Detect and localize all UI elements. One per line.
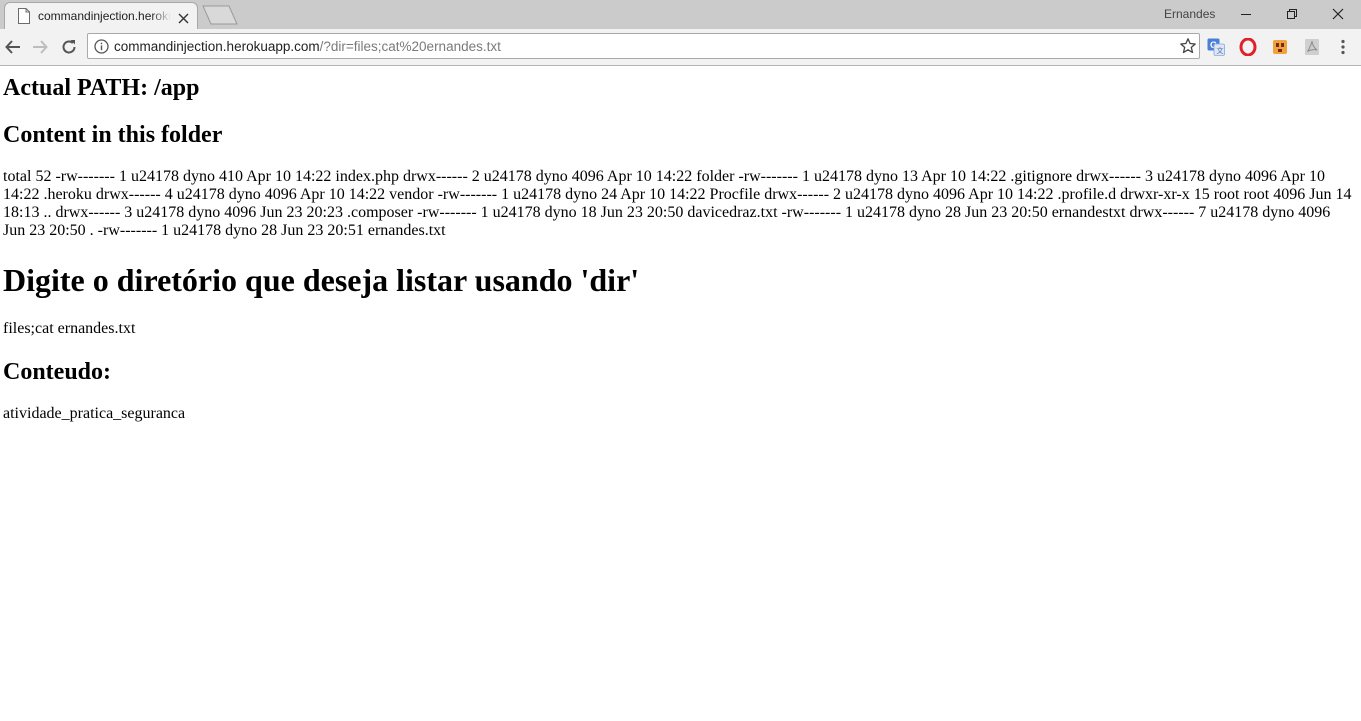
minimize-icon — [1241, 14, 1251, 15]
tab-title: commandinjection.herokuapp.com/?dir=file… — [38, 9, 171, 23]
arrow-right-icon — [33, 40, 48, 54]
new-tab-button[interactable] — [201, 5, 241, 25]
conteudo-heading: Conteudo: — [3, 359, 112, 385]
content-heading: Content in this folder — [3, 122, 223, 148]
url-text[interactable]: commandinjection.herokuapp.com/?dir=file… — [114, 39, 501, 54]
info-icon[interactable] — [94, 39, 109, 54]
url-path: /?dir=files;cat%20ernandes.txt — [319, 39, 501, 54]
google-translate-icon[interactable]: G 文 — [1207, 38, 1225, 56]
close-window-button[interactable] — [1315, 0, 1361, 29]
minimize-button[interactable] — [1223, 0, 1269, 29]
address-bar[interactable]: commandinjection.herokuapp.com/?dir=file… — [87, 33, 1200, 59]
directory-listing: total 52 -rw------- 1 u24178 dyno 410 Ap… — [3, 168, 1352, 239]
reload-icon — [62, 40, 76, 54]
star-icon[interactable] — [1179, 37, 1197, 55]
close-icon — [1332, 8, 1344, 20]
svg-text:文: 文 — [1217, 46, 1224, 55]
browser-tab[interactable]: commandinjection.herokuapp.com/?dir=file… — [4, 2, 198, 29]
dir-prompt-heading: Digite o diretório que deseja listar usa… — [3, 262, 640, 298]
title-bar: commandinjection.herokuapp.com/?dir=file… — [0, 0, 1361, 29]
profile-name[interactable]: Ernandes — [1164, 7, 1215, 21]
restore-button[interactable] — [1269, 0, 1315, 29]
actual-path-heading: Actual PATH: /app — [3, 75, 200, 101]
browser-toolbar: commandinjection.herokuapp.com/?dir=file… — [0, 29, 1361, 66]
page-icon — [17, 8, 31, 24]
reload-button[interactable] — [57, 35, 81, 59]
pdf-icon[interactable] — [1303, 38, 1321, 56]
forward-button[interactable] — [28, 35, 52, 59]
dir-value: files;cat ernandes.txt — [3, 320, 136, 337]
back-button[interactable] — [1, 35, 25, 59]
tab-close-icon[interactable] — [178, 11, 189, 24]
arrow-left-icon — [5, 40, 20, 54]
opera-icon[interactable] — [1239, 37, 1257, 57]
kebab-menu-icon[interactable] — [1334, 38, 1352, 56]
shield-icon[interactable] — [1271, 38, 1289, 56]
url-host: commandinjection.herokuapp.com — [114, 39, 320, 54]
conteudo-value: atividade_pratica_seguranca — [3, 405, 186, 422]
restore-icon — [1287, 9, 1297, 19]
